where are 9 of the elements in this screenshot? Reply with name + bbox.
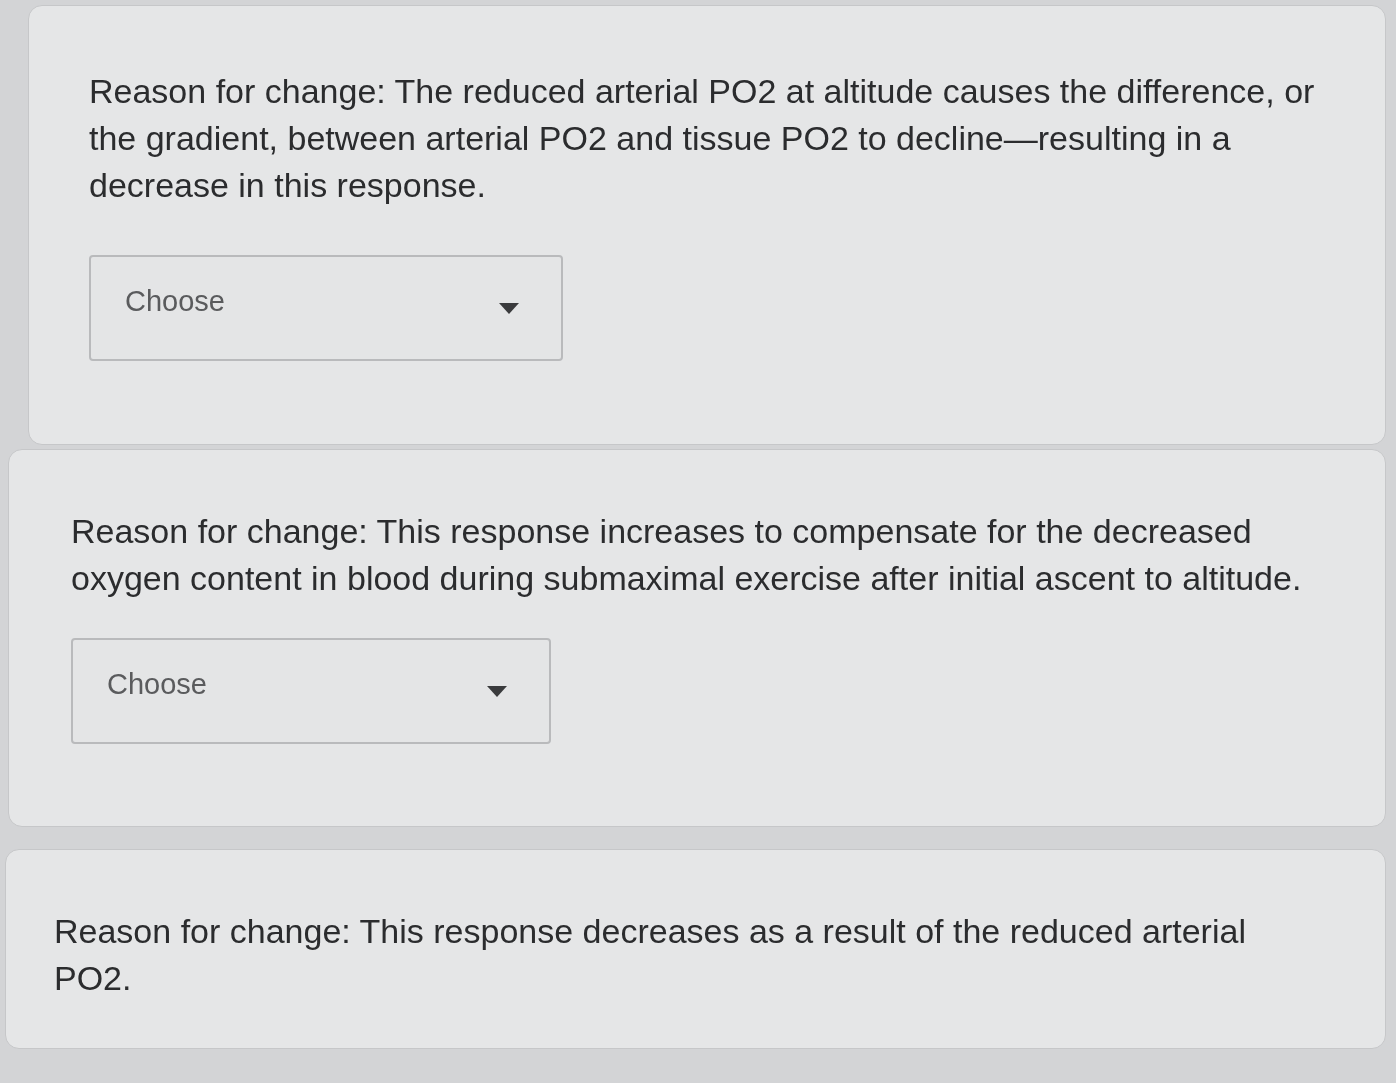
select-placeholder: Choose <box>125 284 225 320</box>
select-placeholder: Choose <box>107 667 207 703</box>
caret-down-icon <box>499 302 519 314</box>
question-prompt: Reason for change: The reduced arterial PO2 at altitude causes the difference, or the gradient, between arterial PO2 and tissue PO2 to decline—resulting in a decrease in this response. <box>89 71 1316 206</box>
question-prompt: Reason for change: This response decreases as a result of the reduced arterial PO2. <box>54 911 1247 999</box>
select-field[interactable]: Choose <box>89 255 563 361</box>
caret-down-icon <box>487 685 507 697</box>
select-field[interactable]: Choose <box>71 638 551 744</box>
question-prompt: Reason for change: This response increases to compensate for the decreased oxygen content in blood during submaximal exercise after initial ascent to altitude. <box>71 511 1303 599</box>
